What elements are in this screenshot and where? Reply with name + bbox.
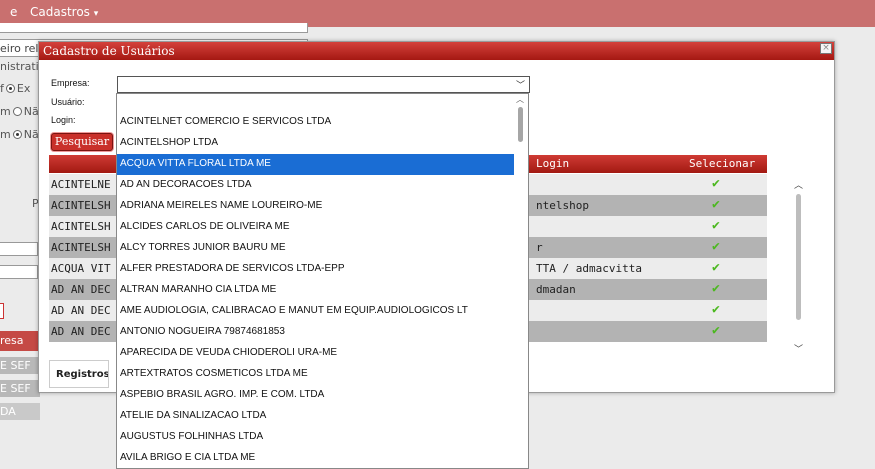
background-row: DA — [0, 403, 40, 420]
dropdown-option[interactable]: ADRIANA MEIRELES NAME LOUREIRO-ME — [117, 196, 528, 217]
background-red-button[interactable] — [0, 303, 4, 319]
background-row-text: E SEF — [0, 359, 31, 372]
background-field-1[interactable] — [0, 242, 38, 256]
row-company: AD AN DEC — [51, 304, 111, 317]
nav-item-cadastros[interactable]: Cadastros ▾ — [30, 5, 98, 19]
background-header-text: resa — [0, 334, 24, 347]
dropdown-option[interactable]: ALTRAN MARANHO CIA LTDA ME — [117, 280, 528, 301]
dropdown-option[interactable]: ACINTELSHOP LTDA — [117, 133, 528, 154]
modal-title: Cadastro de Usuários — [39, 42, 834, 60]
background-radio-row-1: f Ex — [0, 82, 30, 95]
select-check-icon[interactable]: ✔ — [712, 260, 720, 275]
row-company: ACINTELNE — [51, 178, 111, 191]
background-top-field — [0, 23, 308, 33]
chevron-down-icon: ▾ — [93, 9, 99, 19]
row-company: ACQUA VIT — [51, 262, 111, 275]
select-check-icon[interactable]: ✔ — [712, 239, 720, 254]
chevron-up-icon[interactable]: ︿ — [516, 94, 524, 105]
background-radio-row-2: m Nã — [0, 105, 39, 118]
select-check-icon[interactable]: ✔ — [712, 323, 720, 338]
background-row: E SEF — [0, 357, 40, 374]
nav-cadastros-label: Cadastros — [30, 5, 90, 19]
row-login: dmadan — [536, 283, 576, 296]
dropdown-option[interactable]: ALFER PRESTADORA DE SERVICOS LTDA-EPP — [117, 259, 528, 280]
empresa-select[interactable]: ﹀ — [117, 76, 530, 93]
dropdown-items: ACINTELNET COMERCIO E SERVICOS LTDA ACINT… — [117, 94, 528, 468]
select-check-icon[interactable]: ✔ — [712, 176, 720, 191]
dropdown-option[interactable]: ACINTELNET COMERCIO E SERVICOS LTDA — [117, 112, 528, 133]
login-label: Login: — [51, 115, 76, 125]
background-input-text: eiro rel — [0, 42, 39, 55]
close-icon[interactable]: × — [820, 43, 832, 54]
row-login: TTA / admacvitta — [536, 262, 642, 275]
radio-label: Ex — [16, 82, 31, 95]
chevron-down-icon[interactable]: ﹀ — [794, 342, 803, 355]
background-row-text: DA — [0, 405, 16, 418]
search-button[interactable]: Pesquisar — [51, 133, 113, 151]
dropdown-option[interactable]: AME AUDIOLOGIA, CALIBRACAO E MANUT EM EQ… — [117, 301, 528, 322]
row-company: ACINTELSH — [51, 199, 111, 212]
select-check-icon[interactable]: ✔ — [712, 281, 720, 296]
background-table-header: resa — [0, 331, 42, 351]
column-login[interactable]: Login — [536, 157, 569, 170]
dropdown-scrollbar-thumb[interactable] — [518, 107, 523, 142]
chevron-down-icon: ﹀ — [515, 81, 525, 91]
row-company: AD AN DEC — [51, 283, 111, 296]
dropdown-option[interactable]: ARTEXTRATOS COSMETICOS LTDA ME — [117, 364, 528, 385]
background-row: E SEF — [0, 380, 40, 397]
radio-prefix: f — [0, 82, 4, 95]
usuario-label: Usuário: — [51, 97, 85, 107]
grid-scrollbar[interactable]: ︿ ﹀ — [781, 174, 811, 360]
background-row-text: E SEF — [0, 382, 31, 395]
empresa-dropdown-list[interactable]: ACINTELNET COMERCIO E SERVICOS LTDA ACINT… — [116, 93, 529, 469]
dropdown-option[interactable]: ANTONIO NOGUEIRA 79874681853 — [117, 322, 528, 343]
radio-icon[interactable] — [12, 130, 22, 139]
select-check-icon[interactable]: ✔ — [712, 197, 720, 212]
dropdown-scrollbar[interactable]: ︿ — [514, 94, 528, 468]
background-field-2[interactable] — [0, 265, 38, 279]
radio-label: Nã — [23, 128, 39, 141]
dropdown-option[interactable]: AD AN DECORACOES LTDA — [117, 175, 528, 196]
dropdown-option[interactable]: ALCY TORRES JUNIOR BAURU ME — [117, 238, 528, 259]
dropdown-option[interactable]: ATELIE DA SINALIZACAO LTDA — [117, 406, 528, 427]
empresa-label: Empresa: — [51, 78, 90, 88]
nav-item-partial[interactable]: e — [10, 5, 17, 19]
row-company: ACINTELSH — [51, 220, 111, 233]
row-company: AD AN DEC — [51, 325, 111, 338]
dropdown-option[interactable]: ASPEBIO BRASIL AGRO. IMP. E COM. LTDA — [117, 385, 528, 406]
row-login: ntelshop — [536, 199, 589, 212]
radio-icon[interactable] — [5, 84, 15, 93]
background-radio-row-3: m Nã — [0, 128, 39, 141]
chevron-up-icon[interactable]: ︿ — [794, 178, 803, 191]
dropdown-option[interactable]: ACQUA VITTA FLORAL LTDA ME — [117, 154, 528, 175]
dropdown-option[interactable]: AUGUSTUS FOLHINHAS LTDA — [117, 427, 528, 448]
radio-prefix: m — [0, 105, 11, 118]
radio-icon[interactable] — [12, 107, 22, 116]
dropdown-option[interactable] — [117, 94, 528, 112]
dropdown-option[interactable]: ALCIDES CARLOS DE OLIVEIRA ME — [117, 217, 528, 238]
select-check-icon[interactable]: ✔ — [712, 218, 720, 233]
column-selecionar[interactable]: Selecionar — [689, 157, 755, 170]
scrollbar-thumb[interactable] — [796, 194, 801, 320]
row-company: ACINTELSH — [51, 241, 111, 254]
select-check-icon[interactable]: ✔ — [712, 302, 720, 317]
row-login: r — [536, 241, 543, 254]
records-count: Registros: 12 — [49, 360, 109, 388]
dropdown-option[interactable]: AVILA BRIGO E CIA LTDA ME — [117, 448, 528, 468]
radio-prefix: m — [0, 128, 11, 141]
radio-label: Nã — [23, 105, 39, 118]
dropdown-option[interactable]: APARECIDA DE VEUDA CHIODEROLI URA-ME — [117, 343, 528, 364]
